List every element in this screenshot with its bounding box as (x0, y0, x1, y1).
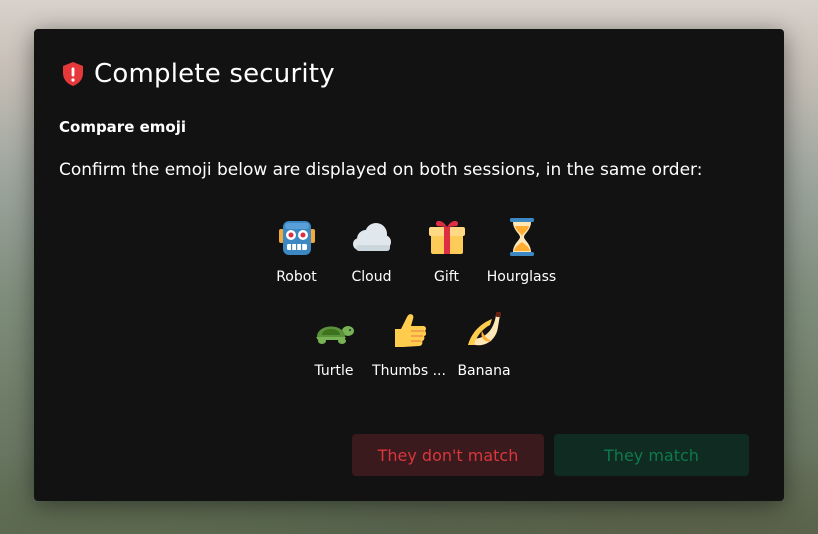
section-heading: Compare emoji (59, 118, 186, 136)
emoji-label: Banana (457, 363, 511, 379)
emoji-item-banana: Banana (447, 309, 522, 403)
emoji-item-thumbs-up: Thumbs ... (372, 309, 447, 403)
dialog-header: Complete security (60, 59, 335, 89)
hourglass-icon (500, 215, 544, 259)
emoji-item-hourglass: Hourglass (484, 215, 559, 309)
they-dont-match-button[interactable]: They don't match (352, 434, 544, 476)
emoji-label: Cloud (351, 269, 392, 285)
thumbs-up-icon (387, 309, 431, 353)
shield-warning-icon (60, 61, 86, 87)
emoji-grid: Robot Cloud Gift Hourglass Turtle Thumbs… (34, 215, 784, 403)
emoji-item-robot: Robot (259, 215, 334, 309)
complete-security-dialog: Complete security Compare emoji Confirm … (34, 29, 784, 501)
emoji-label: Turtle (314, 363, 354, 379)
dialog-title: Complete security (94, 59, 335, 89)
gift-icon (425, 215, 469, 259)
they-match-button[interactable]: They match (554, 434, 749, 476)
emoji-label: Thumbs ... (372, 363, 446, 379)
cloud-icon (350, 215, 394, 259)
emoji-row: Robot Cloud Gift Hourglass (34, 215, 784, 309)
emoji-item-cloud: Cloud (334, 215, 409, 309)
emoji-item-turtle: Turtle (297, 309, 372, 403)
emoji-row: Turtle Thumbs ... Banana (34, 309, 784, 403)
emoji-label: Gift (434, 269, 459, 285)
turtle-icon (312, 309, 356, 353)
emoji-label: Robot (276, 269, 317, 285)
instructions-text: Confirm the emoji below are displayed on… (59, 160, 703, 180)
emoji-label: Hourglass (486, 269, 557, 285)
robot-icon (275, 215, 319, 259)
emoji-item-gift: Gift (409, 215, 484, 309)
banana-icon (462, 309, 506, 353)
